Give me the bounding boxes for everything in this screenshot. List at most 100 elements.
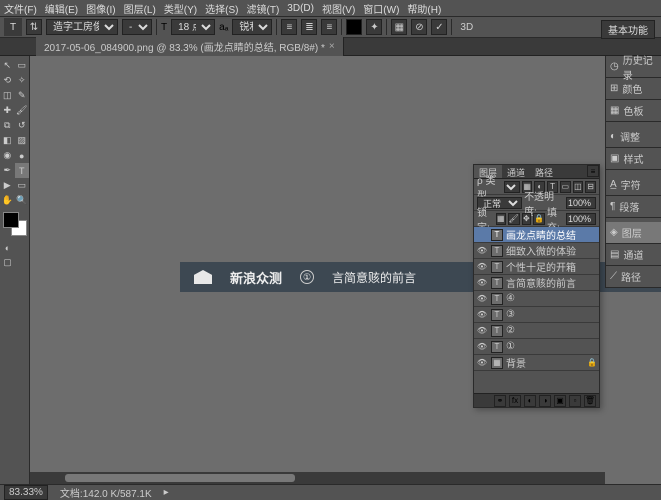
crop-tool[interactable]: ◫ — [0, 88, 15, 103]
eraser-tool[interactable]: ◧ — [0, 133, 15, 148]
active-tool-icon[interactable]: T — [4, 18, 22, 36]
warp-text-icon[interactable]: ✦ — [366, 19, 382, 35]
font-weight-select[interactable]: - — [122, 19, 152, 35]
trash-icon[interactable]: 🗑 — [584, 395, 596, 407]
dock-history[interactable]: ◷历史记录 — [606, 56, 661, 78]
color-swatch[interactable] — [3, 212, 27, 236]
layer-row[interactable]: 👁T④ — [474, 291, 599, 307]
move-tool[interactable]: ↖ — [0, 58, 15, 73]
orientation-toggle[interactable]: ⇅ — [26, 19, 42, 35]
menu-select[interactable]: 选择(S) — [205, 1, 238, 16]
brush-tool[interactable]: 🖌 — [15, 103, 30, 118]
gradient-tool[interactable]: ▨ — [15, 133, 30, 148]
dock-para[interactable]: ¶段落 — [606, 196, 661, 218]
screen-mode-icon[interactable]: ▢ — [0, 255, 15, 270]
lock-all-icon[interactable]: 🔒 — [533, 213, 545, 225]
dock-layers[interactable]: ◈图层 — [606, 222, 661, 244]
heal-tool[interactable]: ✚ — [0, 103, 15, 118]
status-arrow-icon[interactable]: ▸ — [164, 487, 169, 498]
tab-channels[interactable]: 通道 — [502, 165, 530, 178]
anti-alias-select[interactable]: 锐利 — [232, 19, 272, 35]
panel-menu-icon[interactable]: ≡ — [587, 165, 599, 177]
fill-input[interactable] — [566, 213, 596, 225]
layer-row[interactable]: 👁T言简意赅的前言 — [474, 275, 599, 291]
menu-view[interactable]: 视图(V) — [322, 1, 355, 16]
visibility-icon[interactable]: 👁 — [476, 342, 488, 351]
font-size-select[interactable]: 18 点 — [171, 19, 215, 35]
font-family-select[interactable]: 造字工房俊... — [46, 19, 118, 35]
lasso-tool[interactable]: ⟲ — [0, 73, 15, 88]
visibility-icon[interactable]: 👁 — [476, 358, 488, 367]
adjustment-icon[interactable]: ◑ — [539, 395, 551, 407]
lock-pos-icon[interactable]: ✥ — [522, 213, 531, 225]
lock-trans-icon[interactable]: ▦ — [496, 213, 506, 225]
path-select-tool[interactable]: ▶ — [0, 178, 15, 193]
filter-kind-select[interactable] — [504, 181, 520, 193]
shape-tool[interactable]: ▭ — [15, 178, 30, 193]
foreground-color[interactable] — [3, 212, 19, 228]
layer-row[interactable]: 👁T① — [474, 339, 599, 355]
menu-edit[interactable]: 编辑(E) — [45, 1, 78, 16]
layer-row[interactable]: 👁T③ — [474, 307, 599, 323]
link-layers-icon[interactable]: ⚭ — [494, 395, 506, 407]
dodge-tool[interactable]: ● — [15, 148, 30, 163]
layer-row[interactable]: 👁T个性十足的开箱 — [474, 259, 599, 275]
layer-row[interactable]: 👁T② — [474, 323, 599, 339]
quick-mask-icon[interactable]: ◐ — [0, 240, 15, 255]
hand-tool[interactable]: ✋ — [0, 193, 15, 208]
mask-icon[interactable]: ◐ — [524, 395, 536, 407]
dock-paths[interactable]: ⟋路径 — [606, 266, 661, 288]
align-right-icon[interactable]: ≡ — [321, 19, 337, 35]
character-panel-icon[interactable]: ▦ — [391, 19, 407, 35]
menu-filter[interactable]: 滤镜(T) — [247, 1, 280, 16]
3d-button[interactable]: 3D — [456, 22, 477, 33]
visibility-icon[interactable]: 👁 — [476, 326, 488, 335]
align-left-icon[interactable]: ≡ — [281, 19, 297, 35]
horizontal-scrollbar[interactable] — [30, 472, 605, 484]
marquee-tool[interactable]: ▭ — [15, 58, 30, 73]
menu-help[interactable]: 帮助(H) — [407, 1, 441, 16]
dock-swatches[interactable]: ▦色板 — [606, 100, 661, 122]
menu-window[interactable]: 窗口(W) — [363, 1, 399, 16]
filter-toggle[interactable]: ⊟ — [585, 181, 596, 193]
layer-row[interactable]: T画龙点睛的总结 — [474, 227, 599, 243]
align-center-icon[interactable]: ≣ — [301, 19, 317, 35]
history-brush-tool[interactable]: ↺ — [15, 118, 30, 133]
wand-tool[interactable]: ✧ — [15, 73, 30, 88]
menu-layer[interactable]: 图层(L) — [124, 1, 156, 16]
zoom-level[interactable]: 83.33% — [4, 485, 48, 500]
text-color-swatch[interactable] — [346, 19, 362, 35]
dock-channels[interactable]: ▤通道 — [606, 244, 661, 266]
stamp-tool[interactable]: ⧉ — [0, 118, 15, 133]
visibility-icon[interactable]: 👁 — [476, 262, 488, 271]
fx-icon[interactable]: fx — [509, 395, 521, 407]
close-icon[interactable]: × — [329, 41, 335, 52]
menu-type[interactable]: 类型(Y) — [164, 1, 197, 16]
tab-paths[interactable]: 路径 — [530, 165, 558, 178]
dock-adjust[interactable]: ◐调整 — [606, 126, 661, 148]
eyedropper-tool[interactable]: ✎ — [15, 88, 30, 103]
filter-smart-icon[interactable]: ◫ — [573, 181, 584, 193]
layer-row[interactable]: 👁T细致入微的体验 — [474, 243, 599, 259]
commit-icon[interactable]: ✓ — [431, 19, 447, 35]
blur-tool[interactable]: ◉ — [0, 148, 15, 163]
visibility-icon[interactable]: 👁 — [476, 310, 488, 319]
lock-paint-icon[interactable]: 🖌 — [508, 213, 520, 225]
workspace-switcher[interactable]: 基本功能 — [601, 20, 655, 39]
pen-tool[interactable]: ✒ — [0, 163, 15, 178]
group-icon[interactable]: ▣ — [554, 395, 566, 407]
document-tab[interactable]: 2017-05-06_084900.png @ 83.3% (画龙点睛的总结, … — [36, 37, 344, 56]
cancel-icon[interactable]: ⊘ — [411, 19, 427, 35]
scroll-thumb[interactable] — [65, 474, 295, 482]
new-layer-icon[interactable]: ▫ — [569, 395, 581, 407]
visibility-icon[interactable]: 👁 — [476, 294, 488, 303]
visibility-icon[interactable]: 👁 — [476, 246, 488, 255]
menu-file[interactable]: 文件(F) — [4, 1, 37, 16]
zoom-tool[interactable]: 🔍 — [15, 193, 30, 208]
menu-image[interactable]: 图像(I) — [86, 1, 115, 16]
dock-char[interactable]: A̲字符 — [606, 174, 661, 196]
type-tool[interactable]: T — [15, 163, 30, 178]
opacity-input[interactable] — [566, 197, 596, 209]
dock-styles[interactable]: ▣样式 — [606, 148, 661, 170]
menu-3d[interactable]: 3D(D) — [287, 3, 314, 14]
